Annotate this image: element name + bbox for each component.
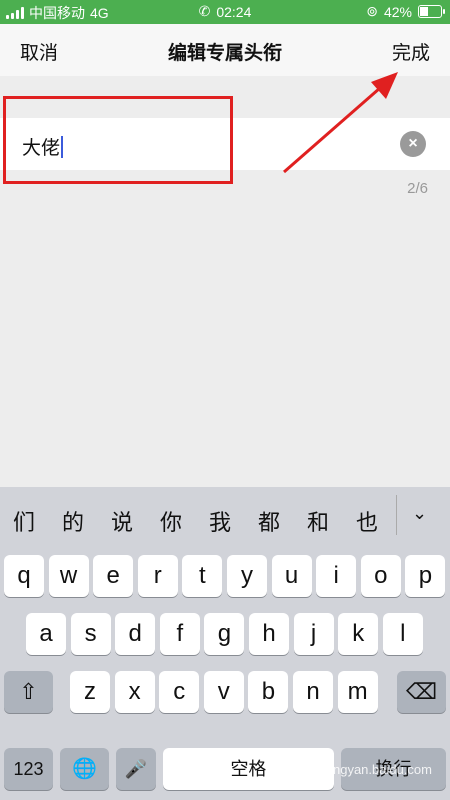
candidate-word[interactable]: 我 — [209, 505, 231, 537]
candidate-word[interactable]: 都 — [258, 505, 280, 537]
key-n[interactable]: n — [293, 671, 333, 713]
key-s-label: s — [84, 620, 97, 647]
key-f-label: f — [176, 620, 184, 647]
key-c[interactable]: c — [159, 671, 200, 713]
key-y[interactable]: y — [227, 555, 267, 597]
key-t[interactable]: t — [182, 555, 223, 597]
key-h[interactable]: h — [249, 613, 289, 655]
key-p-label: p — [418, 562, 433, 589]
key-r[interactable]: r — [137, 555, 178, 597]
globe-key-label: 🌐 — [72, 758, 97, 780]
key-v[interactable]: v — [203, 671, 244, 713]
key-s[interactable]: s — [70, 613, 111, 655]
delete-key[interactable]: ⌫ — [397, 671, 446, 713]
key-h-label: h — [262, 620, 276, 647]
numbers-key[interactable]: 123 — [4, 748, 53, 790]
key-p[interactable]: p — [405, 555, 446, 597]
shift-key-label: ⇧ — [19, 679, 38, 704]
key-k-label: k — [352, 620, 365, 647]
key-r-label: r — [153, 562, 162, 589]
globe-key[interactable]: 🌐 — [60, 748, 109, 790]
key-x[interactable]: x — [114, 671, 155, 713]
mic-key-label: 🎤 — [124, 759, 148, 779]
key-b-label: b — [261, 678, 276, 705]
key-w[interactable]: w — [48, 555, 89, 597]
candidate-bar: ⌄ 们的说你我都和也 — [0, 487, 450, 549]
key-k[interactable]: k — [338, 613, 379, 655]
key-z-label: z — [84, 678, 96, 705]
candidate-divider — [396, 495, 397, 535]
candidate-word[interactable]: 的 — [62, 505, 84, 537]
numbers-key-label: 123 — [13, 759, 44, 779]
key-t-label: t — [199, 562, 206, 589]
candidate-word[interactable]: 们 — [13, 505, 35, 537]
key-b[interactable]: b — [248, 671, 289, 713]
candidate-word[interactable]: 说 — [111, 505, 133, 537]
key-g[interactable]: g — [204, 613, 245, 655]
key-c-label: c — [173, 678, 186, 705]
key-j-label: j — [310, 620, 317, 647]
key-a-label: a — [39, 620, 53, 647]
key-o-label: o — [374, 562, 388, 589]
candidate-word[interactable]: 你 — [160, 505, 182, 537]
key-i[interactable]: i — [316, 555, 357, 597]
key-e-label: e — [106, 562, 120, 589]
key-o[interactable]: o — [360, 555, 401, 597]
key-q[interactable]: q — [4, 555, 44, 597]
key-m-label: m — [347, 678, 368, 705]
key-l-label: l — [400, 620, 406, 647]
key-m[interactable]: m — [337, 671, 378, 713]
candidate-word[interactable]: 和 — [307, 505, 329, 537]
key-w-label: w — [59, 562, 78, 589]
key-q-label: q — [17, 562, 31, 589]
key-u[interactable]: u — [271, 555, 312, 597]
shift-key[interactable]: ⇧ — [4, 671, 53, 713]
watermark: Baidu经验 jingyan.baidu.com — [264, 762, 432, 777]
key-g-label: g — [217, 620, 232, 647]
key-j[interactable]: j — [293, 613, 334, 655]
key-i-label: i — [333, 562, 339, 589]
key-z[interactable]: z — [70, 671, 110, 713]
key-y-label: y — [241, 562, 253, 589]
delete-key-label: ⌫ — [405, 679, 438, 704]
keyboard: ⌄ 们的说你我都和也 q w e r t y u i o p a s d f g h j k l ⇧ z x c v b n m ⌫ 1… — [0, 487, 450, 800]
key-v-label: v — [217, 678, 230, 705]
key-e[interactable]: e — [93, 555, 134, 597]
key-d-label: d — [128, 620, 142, 647]
key-l[interactable]: l — [382, 613, 423, 655]
key-f[interactable]: f — [159, 613, 200, 655]
mic-key[interactable]: 🎤 — [116, 748, 156, 790]
key-u-label: u — [284, 562, 299, 589]
key-a[interactable]: a — [26, 613, 66, 655]
key-d[interactable]: d — [115, 613, 156, 655]
chevron-down-icon[interactable]: ⌄ — [412, 503, 427, 524]
key-n-label: n — [306, 678, 320, 705]
key-x-label: x — [128, 678, 141, 705]
candidate-word[interactable]: 也 — [356, 505, 378, 537]
